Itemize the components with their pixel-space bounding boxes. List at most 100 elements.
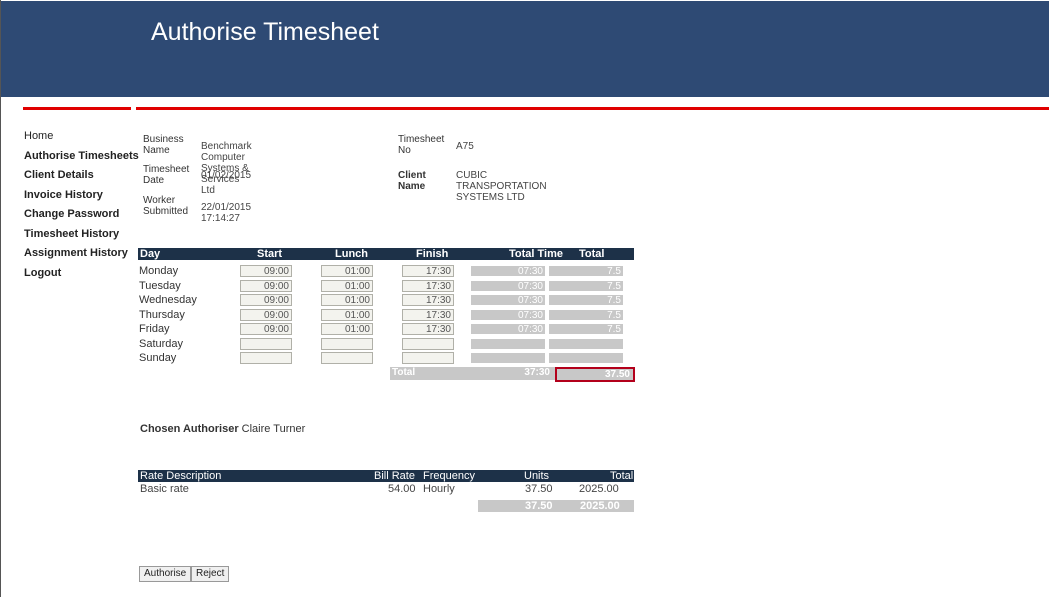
day-label: Monday [139, 265, 179, 277]
nav-client-details[interactable]: Client Details [24, 169, 139, 189]
finish-field[interactable] [402, 337, 454, 350]
start-field[interactable]: 09:00 [240, 265, 292, 277]
total-hours-cell: 7.5 [548, 294, 624, 306]
day-label: Thursday [139, 308, 185, 321]
red-divider-left [23, 107, 131, 110]
timesheet-row: Friday 09:00 01:00 17:30 07:30 7.5 [138, 323, 634, 338]
timesheet-row: Sunday [138, 352, 634, 367]
lunch-field[interactable]: 01:00 [321, 323, 373, 335]
total-hours-cell: 7.5 [548, 308, 624, 321]
nav-timesheet-history[interactable]: Timesheet History [24, 228, 139, 248]
day-label: Friday [139, 323, 170, 335]
authorise-button[interactable]: Authorise [139, 566, 192, 582]
lunch-field[interactable]: 01:00 [321, 265, 373, 277]
client-name-label: Client Name [398, 170, 426, 192]
start-field[interactable]: 09:00 [240, 279, 292, 292]
timesheet-row: Tuesday 09:00 01:00 17:30 07:30 7.5 [138, 279, 634, 295]
lunch-field[interactable]: 01:00 [321, 308, 373, 321]
col-frequency: Frequency [423, 470, 475, 482]
rate-row: Basic rate 54.00 Hourly 37.50 2025.00 [138, 483, 634, 495]
total-hours-cell: 7.5 [548, 279, 624, 292]
timesheet-row: Saturday [138, 337, 634, 353]
total-time-cell: 07:30 [470, 279, 546, 292]
timesheet-no-label: Timesheet No [398, 134, 445, 156]
lunch-field[interactable]: 01:00 [321, 294, 373, 306]
lunch-field[interactable] [321, 337, 373, 350]
total-hours-cell: 7.5 [548, 323, 624, 335]
day-label: Sunday [139, 352, 177, 364]
timesheet-row: Thursday 09:00 01:00 17:30 07:30 7.5 [138, 308, 634, 324]
finish-field[interactable]: 17:30 [402, 279, 454, 292]
start-field[interactable] [240, 337, 292, 350]
total-time-cell: 07:30 [470, 265, 546, 277]
timesheet-date-label: Timesheet Date [143, 164, 190, 186]
finish-field[interactable]: 17:30 [402, 323, 454, 335]
day-label: Tuesday [139, 279, 181, 292]
start-field[interactable]: 09:00 [240, 323, 292, 335]
timesheet-row: Monday 09:00 01:00 17:30 07:30 7.5 [138, 265, 634, 280]
start-field[interactable]: 09:00 [240, 294, 292, 306]
total-label: Total [392, 367, 416, 378]
business-name-value: Benchmark Computer Systems & Services Lt… [201, 141, 252, 196]
rate-table-header: Rate Description Bill Rate Frequency Uni… [138, 470, 634, 482]
total-hours-sum: 37.50 [555, 367, 635, 382]
nav-change-password[interactable]: Change Password [24, 208, 139, 228]
chosen-authoriser: Chosen Authoriser Claire Turner [140, 423, 305, 435]
nav-authorise-timesheets[interactable]: Authorise Timesheets [24, 150, 139, 170]
day-label: Saturday [139, 337, 184, 350]
units-total: 37.50 [525, 500, 553, 512]
finish-field[interactable]: 17:30 [402, 294, 454, 306]
total-time-cell [470, 352, 546, 364]
nav-invoice-history[interactable]: Invoice History [24, 189, 139, 209]
authoriser-name: Claire Turner [241, 423, 306, 435]
col-units: Units [524, 470, 550, 482]
bill-rate: 54.00 [388, 483, 416, 495]
page-title: Authorise Timesheet [151, 18, 379, 46]
red-divider-right [136, 107, 1049, 110]
timesheet-row: Wednesday 09:00 01:00 17:30 07:30 7.5 [138, 294, 634, 309]
nav-logout[interactable]: Logout [24, 267, 139, 287]
start-field[interactable]: 09:00 [240, 308, 292, 321]
rate-description: Basic rate [140, 483, 189, 495]
total-hours-cell [548, 337, 624, 350]
col-day: Day [140, 248, 161, 260]
timesheet-date-value: 01/02/2015 [201, 170, 252, 181]
timesheet-no-value: A75 [456, 141, 474, 152]
col-rate-description: Rate Description [140, 470, 222, 482]
frequency: Hourly [423, 483, 455, 495]
sidebar-nav: Home Authorise Timesheets Client Details… [24, 130, 139, 286]
total-time-sum: 37:30 [524, 367, 550, 378]
worker-submitted-label: Worker Submitted [143, 195, 189, 217]
rate-total: 2025.00 [579, 483, 619, 495]
worker-submitted-value: 22/01/2015 17:14:27 [201, 202, 252, 224]
lunch-field[interactable] [321, 352, 373, 364]
day-label: Wednesday [139, 294, 197, 306]
col-start: Start [257, 248, 283, 260]
start-field[interactable] [240, 352, 292, 364]
client-name-value: CUBIC TRANSPORTATION SYSTEMS LTD [456, 170, 547, 203]
finish-field[interactable]: 17:30 [402, 308, 454, 321]
amount-total: 2025.00 [580, 500, 620, 512]
total-time-cell: 07:30 [470, 323, 546, 335]
col-bill-rate: Bill Rate [374, 470, 415, 482]
page-header: Authorise Timesheet [1, 1, 1049, 97]
rate-total-row: 37.50 2025.00 [478, 500, 634, 512]
total-hours-cell [548, 352, 624, 364]
total-time-cell: 07:30 [470, 308, 546, 321]
reject-button[interactable]: Reject [191, 566, 230, 582]
finish-field[interactable] [402, 352, 454, 364]
col-total: Total [610, 470, 634, 482]
finish-field[interactable]: 17:30 [402, 265, 454, 277]
total-time-cell: 07:30 [470, 294, 546, 306]
nav-assignment-history[interactable]: Assignment History [24, 247, 139, 267]
business-name-label: Business Name [143, 134, 184, 156]
timesheet-table-header: Day Start Lunch Finish Total Time Total … [138, 248, 634, 272]
authoriser-label: Chosen Authoriser [140, 423, 239, 435]
col-finish: Finish [416, 248, 449, 260]
units: 37.50 [525, 483, 553, 495]
nav-home[interactable]: Home [24, 130, 139, 150]
col-total-time: Total Time [509, 248, 563, 260]
total-time-cell [470, 337, 546, 350]
col-lunch: Lunch [335, 248, 368, 260]
lunch-field[interactable]: 01:00 [321, 279, 373, 292]
